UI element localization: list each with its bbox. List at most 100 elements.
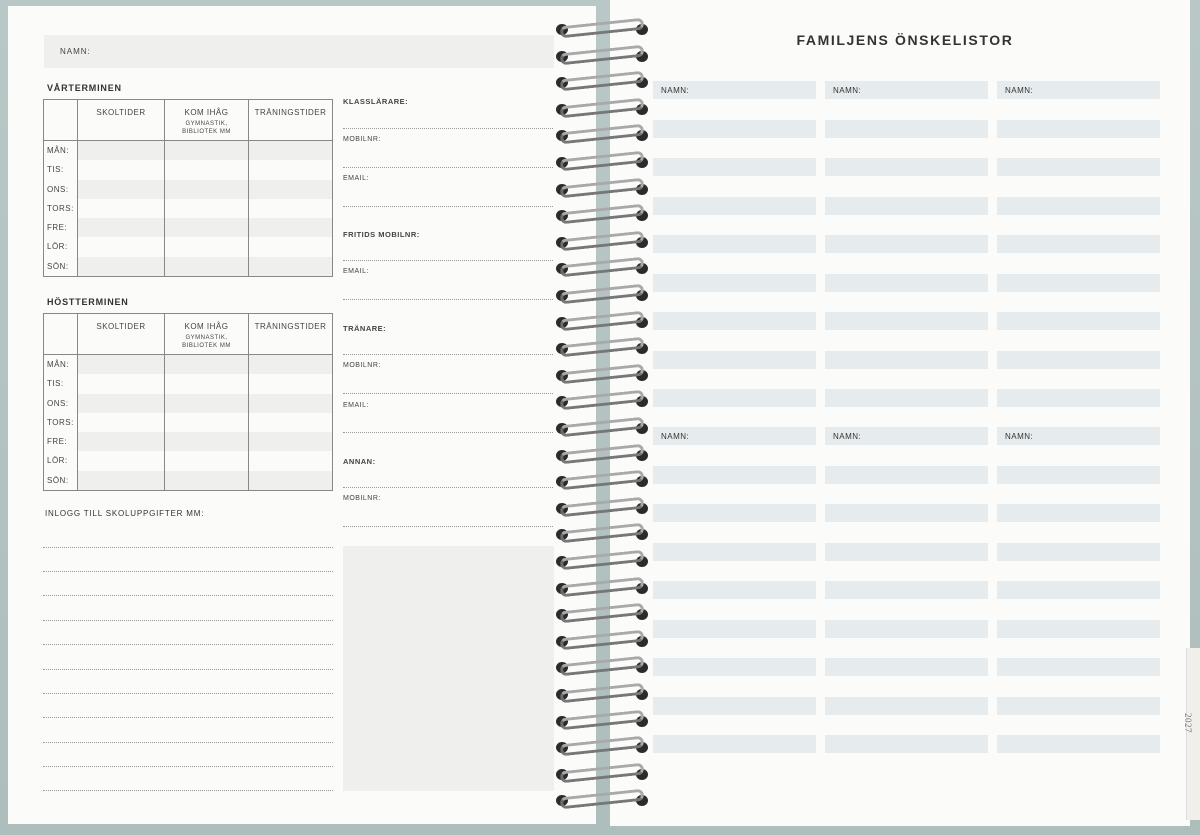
tranare-line[interactable] bbox=[343, 354, 553, 355]
schedule-cell[interactable] bbox=[249, 432, 332, 452]
mobilnr-line[interactable] bbox=[343, 167, 553, 168]
wishlist-name-field[interactable]: NAMN: bbox=[653, 427, 816, 445]
wishlist-line[interactable] bbox=[653, 196, 816, 215]
wishlist-line[interactable] bbox=[653, 312, 816, 330]
wishlist-line[interactable] bbox=[825, 504, 988, 522]
wishlist-line[interactable] bbox=[997, 235, 1160, 253]
schedule-cell[interactable] bbox=[78, 355, 165, 375]
schedule-cell[interactable] bbox=[165, 470, 249, 491]
schedule-cell[interactable] bbox=[165, 374, 249, 394]
wishlist-line[interactable] bbox=[653, 542, 816, 561]
wishlist-line[interactable] bbox=[997, 273, 1160, 292]
login-line[interactable] bbox=[43, 717, 333, 718]
wishlist-line[interactable] bbox=[997, 542, 1160, 561]
schedule-cell[interactable] bbox=[78, 141, 165, 161]
schedule-cell[interactable] bbox=[249, 179, 332, 199]
name-field[interactable]: NAMN: bbox=[44, 35, 554, 68]
schedule-cell[interactable] bbox=[78, 198, 165, 219]
wishlist-line[interactable] bbox=[653, 658, 816, 676]
schedule-cell[interactable] bbox=[249, 355, 332, 375]
schedule-cell[interactable] bbox=[78, 218, 165, 238]
schedule-cell[interactable] bbox=[78, 179, 165, 199]
notes-box[interactable] bbox=[343, 546, 554, 791]
wishlist-line[interactable] bbox=[653, 619, 816, 638]
schedule-cell[interactable] bbox=[249, 374, 332, 394]
schedule-cell[interactable] bbox=[165, 412, 249, 433]
schedule-cell[interactable] bbox=[78, 432, 165, 452]
annan-line[interactable] bbox=[343, 487, 553, 488]
wishlist-line[interactable] bbox=[997, 158, 1160, 176]
wishlist-line[interactable] bbox=[653, 273, 816, 292]
wishlist-line[interactable] bbox=[997, 465, 1160, 484]
wishlist-line[interactable] bbox=[825, 735, 988, 753]
login-line[interactable] bbox=[43, 742, 333, 743]
login-line[interactable] bbox=[43, 644, 333, 645]
wishlist-name-field[interactable]: NAMN: bbox=[997, 427, 1160, 445]
wishlist-line[interactable] bbox=[653, 696, 816, 715]
schedule-cell[interactable] bbox=[165, 237, 249, 257]
schedule-cell[interactable] bbox=[78, 451, 165, 471]
schedule-cell[interactable] bbox=[165, 355, 249, 375]
schedule-cell[interactable] bbox=[249, 141, 332, 161]
schedule-cell[interactable] bbox=[78, 237, 165, 257]
schedule-cell[interactable] bbox=[249, 470, 332, 491]
wishlist-line[interactable] bbox=[825, 581, 988, 599]
wishlist-line[interactable] bbox=[825, 350, 988, 369]
schedule-cell[interactable] bbox=[165, 218, 249, 238]
wishlist-line[interactable] bbox=[653, 581, 816, 599]
wishlist-line[interactable] bbox=[653, 350, 816, 369]
schedule-cell[interactable] bbox=[249, 218, 332, 238]
wishlist-line[interactable] bbox=[653, 235, 816, 253]
login-line[interactable] bbox=[43, 595, 333, 596]
wishlist-line[interactable] bbox=[997, 119, 1160, 138]
schedule-cell[interactable] bbox=[249, 237, 332, 257]
login-line[interactable] bbox=[43, 693, 333, 694]
schedule-cell[interactable] bbox=[78, 374, 165, 394]
wishlist-line[interactable] bbox=[997, 696, 1160, 715]
wishlist-line[interactable] bbox=[653, 504, 816, 522]
wishlist-line[interactable] bbox=[997, 504, 1160, 522]
wishlist-line[interactable] bbox=[997, 735, 1160, 753]
fritids-mobilnr-line[interactable] bbox=[343, 260, 553, 261]
wishlist-line[interactable] bbox=[825, 465, 988, 484]
email-line[interactable] bbox=[343, 432, 553, 433]
mobilnr-line[interactable] bbox=[343, 393, 553, 394]
schedule-cell[interactable] bbox=[165, 256, 249, 277]
wishlist-line[interactable] bbox=[997, 658, 1160, 676]
schedule-cell[interactable] bbox=[249, 256, 332, 277]
wishlist-name-field[interactable]: NAMN: bbox=[997, 81, 1160, 99]
login-line[interactable] bbox=[43, 571, 333, 572]
mobilnr-line[interactable] bbox=[343, 526, 553, 527]
wishlist-line[interactable] bbox=[825, 312, 988, 330]
schedule-cell[interactable] bbox=[249, 451, 332, 471]
login-line[interactable] bbox=[43, 547, 333, 548]
schedule-cell[interactable] bbox=[165, 160, 249, 180]
wishlist-line[interactable] bbox=[653, 735, 816, 753]
wishlist-line[interactable] bbox=[653, 389, 816, 407]
schedule-cell[interactable] bbox=[165, 141, 249, 161]
email-line[interactable] bbox=[343, 206, 553, 207]
schedule-cell[interactable] bbox=[165, 432, 249, 452]
schedule-cell[interactable] bbox=[249, 198, 332, 219]
klasslarare-line[interactable] bbox=[343, 128, 553, 129]
wishlist-line[interactable] bbox=[825, 619, 988, 638]
login-line[interactable] bbox=[43, 620, 333, 621]
login-line[interactable] bbox=[43, 669, 333, 670]
wishlist-line[interactable] bbox=[825, 696, 988, 715]
year-tab[interactable] bbox=[1186, 648, 1200, 820]
wishlist-line[interactable] bbox=[825, 235, 988, 253]
email-line[interactable] bbox=[343, 299, 553, 300]
wishlist-line[interactable] bbox=[997, 619, 1160, 638]
wishlist-line[interactable] bbox=[825, 389, 988, 407]
wishlist-line[interactable] bbox=[825, 542, 988, 561]
wishlist-line[interactable] bbox=[997, 312, 1160, 330]
login-line[interactable] bbox=[43, 790, 333, 791]
wishlist-line[interactable] bbox=[653, 465, 816, 484]
wishlist-line[interactable] bbox=[653, 158, 816, 176]
wishlist-line[interactable] bbox=[825, 119, 988, 138]
wishlist-name-field[interactable]: NAMN: bbox=[825, 427, 988, 445]
schedule-cell[interactable] bbox=[165, 393, 249, 413]
schedule-cell[interactable] bbox=[165, 179, 249, 199]
wishlist-name-field[interactable]: NAMN: bbox=[653, 81, 816, 99]
schedule-cell[interactable] bbox=[78, 470, 165, 491]
